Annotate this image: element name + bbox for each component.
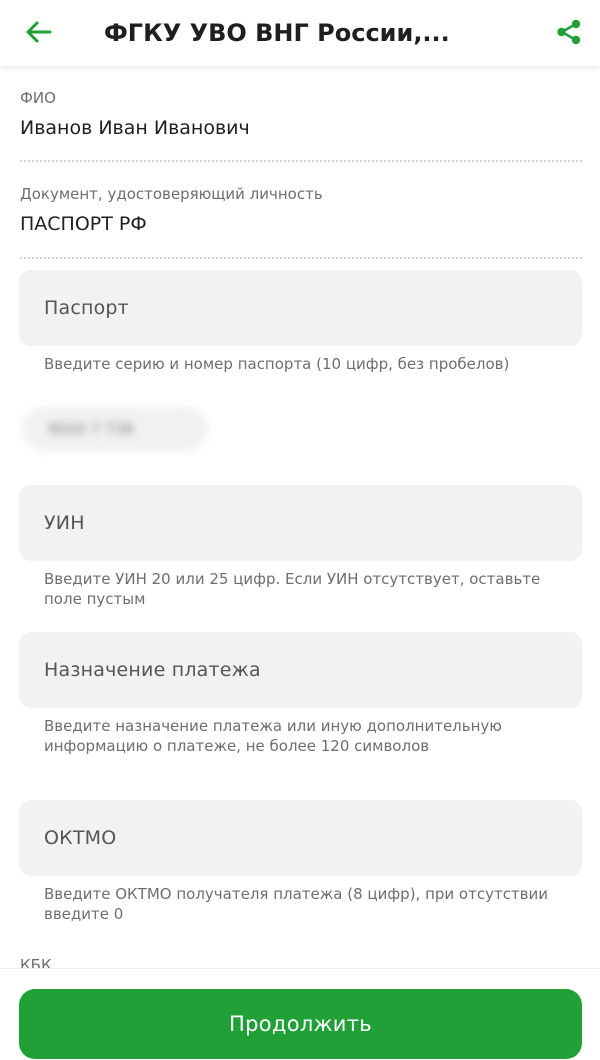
oktmo-hint: Введите ОКТМО получателя платежа (8 цифр… — [44, 885, 549, 923]
uin-placeholder: УИН — [44, 512, 85, 534]
passport-suggestion-chip[interactable]: 9020 7 736 — [22, 407, 208, 451]
passport-placeholder: Паспорт — [44, 297, 129, 319]
oktmo-input[interactable]: ОКТМО — [19, 800, 582, 876]
continue-button-label: Продолжить — [229, 1012, 372, 1036]
back-button[interactable] — [18, 12, 58, 52]
oktmo-placeholder: ОКТМО — [44, 827, 117, 849]
share-icon — [557, 19, 581, 45]
arrow-left-icon — [26, 21, 52, 43]
payment-purpose-hint: Введите назначение платежа или иную допо… — [44, 717, 502, 755]
document-value: ПАСПОРТ РФ — [20, 213, 147, 235]
share-button[interactable] — [548, 12, 590, 52]
uin-hint: Введите УИН 20 или 25 цифр. Если УИН отс… — [44, 570, 541, 608]
continue-button[interactable]: Продолжить — [19, 989, 582, 1059]
payment-purpose-input[interactable]: Назначение платежа — [19, 632, 582, 708]
divider — [20, 257, 582, 259]
passport-hint: Введите серию и номер паспорта (10 цифр,… — [44, 355, 510, 373]
fio-label: ФИО — [20, 89, 56, 107]
passport-suggestion-text: 9020 7 736 — [48, 420, 134, 438]
uin-input[interactable]: УИН — [19, 485, 582, 561]
divider — [20, 160, 582, 162]
passport-input[interactable]: Паспорт — [19, 270, 582, 346]
document-label: Документ, удостоверяющий личность — [20, 185, 323, 203]
fio-value: Иванов Иван Иванович — [20, 117, 250, 139]
top-app-bar: ФГКУ УВО ВНГ России,... — [0, 0, 600, 66]
payment-form-screen: ФГКУ УВО ВНГ России,... ФИО Иванов Иван … — [0, 0, 600, 1060]
payment-purpose-placeholder: Назначение платежа — [44, 659, 261, 681]
page-title: ФГКУ УВО ВНГ России,... — [104, 19, 450, 47]
